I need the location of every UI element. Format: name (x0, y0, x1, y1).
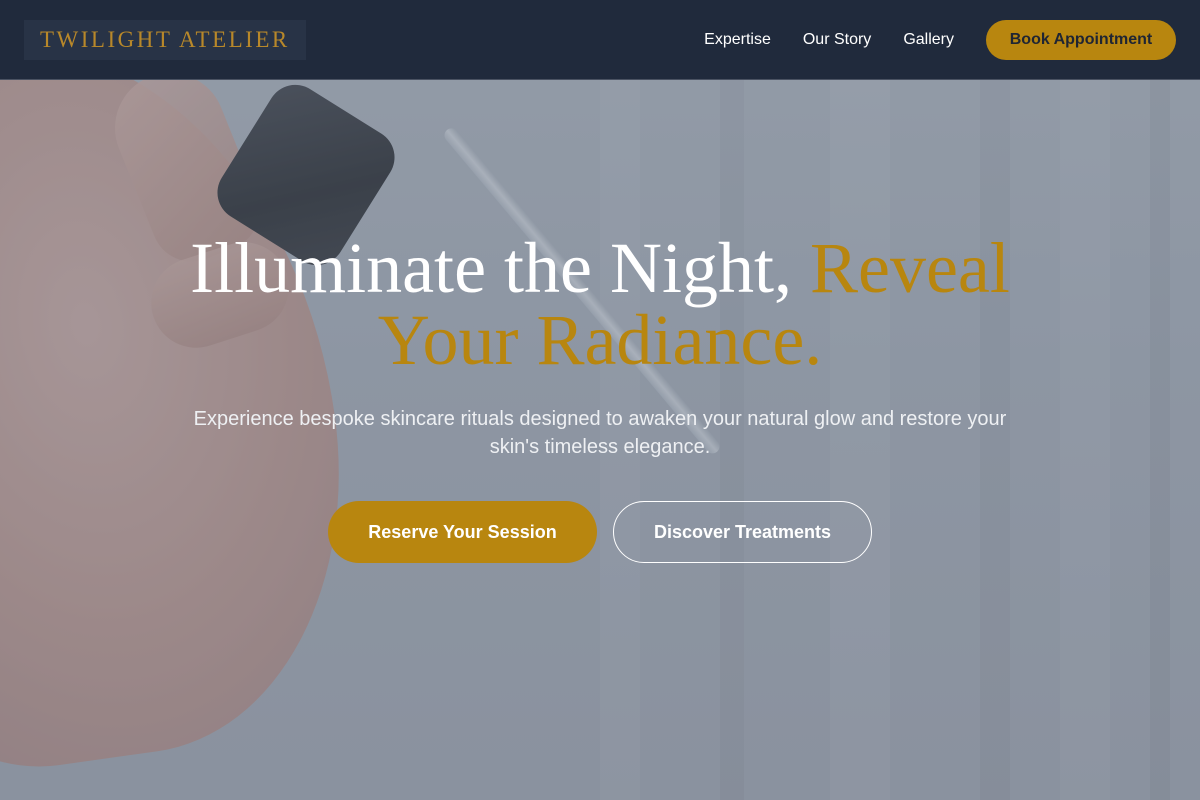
reserve-session-button[interactable]: Reserve Your Session (328, 501, 597, 563)
site-header: TWILIGHT ATELIER Expertise Our Story Gal… (0, 0, 1200, 80)
nav-link-expertise[interactable]: Expertise (704, 31, 771, 49)
hero-section: Illuminate the Night, Reveal Your Radian… (0, 0, 1200, 800)
hero-subtitle: Experience bespoke skincare rituals desi… (193, 408, 1007, 458)
headline-main: Illuminate the Night, (190, 228, 810, 308)
discover-treatments-button[interactable]: Discover Treatments (613, 501, 872, 563)
hero-headline: Illuminate the Night, Reveal Your Radian… (150, 232, 1050, 376)
main-nav: Expertise Our Story Gallery Book Appoint… (704, 19, 1176, 60)
book-appointment-button[interactable]: Book Appointment (986, 19, 1176, 60)
brand-logo[interactable]: TWILIGHT ATELIER (24, 19, 306, 60)
hero-overlay (0, 0, 1200, 800)
nav-link-our-story[interactable]: Our Story (803, 31, 871, 49)
nav-link-gallery[interactable]: Gallery (903, 31, 954, 49)
